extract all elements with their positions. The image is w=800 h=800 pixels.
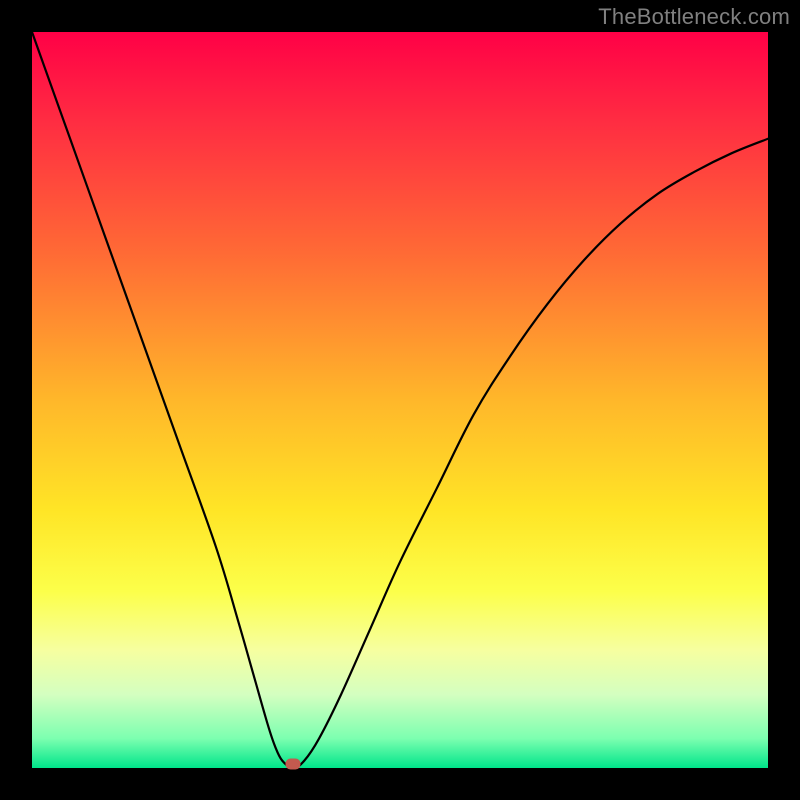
bottleneck-curve [32, 32, 768, 768]
watermark-text: TheBottleneck.com [598, 4, 790, 30]
minimum-marker [286, 759, 301, 770]
plot-area [32, 32, 768, 768]
chart-frame: TheBottleneck.com [0, 0, 800, 800]
